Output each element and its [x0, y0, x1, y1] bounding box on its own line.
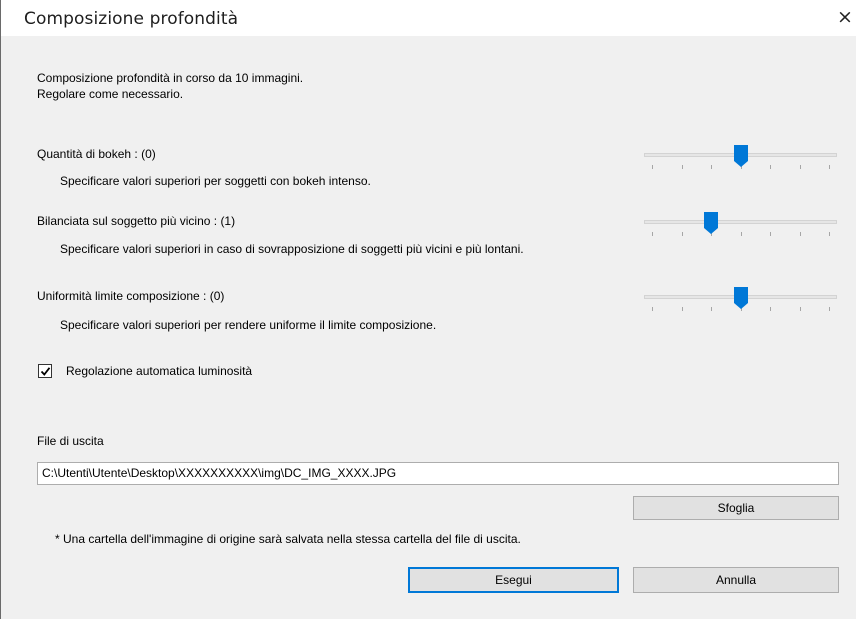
- output-file-label: File di uscita: [37, 434, 104, 448]
- slider-tick: [652, 165, 653, 169]
- dialog-title: Composizione profondità: [24, 9, 239, 29]
- depth-composition-dialog: Composizione profondità × Composizione p…: [0, 0, 856, 619]
- bokeh-amount-slider[interactable]: [644, 141, 839, 173]
- slider-tick: [770, 307, 771, 311]
- title-bar: Composizione profondità ×: [1, 0, 856, 36]
- composition-edge-uniformity-slider[interactable]: [644, 283, 839, 315]
- slider-tick: [711, 165, 712, 169]
- slider-tick: [682, 307, 683, 311]
- slider-tick: [800, 307, 801, 311]
- slider-tick: [652, 232, 653, 236]
- slider-tick: [652, 307, 653, 311]
- slider-tick: [682, 232, 683, 236]
- slider-tick: [770, 165, 771, 169]
- slider-tick: [829, 232, 830, 236]
- slider-track[interactable]: [644, 220, 837, 224]
- cancel-button[interactable]: Annulla: [633, 567, 839, 593]
- auto-brightness-checkbox[interactable]: [38, 364, 52, 378]
- execute-button[interactable]: Esegui: [408, 567, 619, 593]
- dialog-content: Composizione profondità in corso da 10 i…: [1, 36, 856, 619]
- slider-tick: [800, 232, 801, 236]
- slider-tick: [829, 307, 830, 311]
- checkmark-icon: [40, 367, 51, 376]
- bokeh-amount-description: Specificare valori superiori per soggett…: [60, 174, 371, 188]
- close-button[interactable]: ×: [837, 0, 856, 34]
- nearest-subject-balance-slider[interactable]: [644, 208, 839, 240]
- slider-thumb[interactable]: [703, 211, 719, 235]
- slider-thumb[interactable]: [733, 286, 749, 310]
- slider-tick: [682, 165, 683, 169]
- slider-ticks: [644, 232, 839, 240]
- slider-tick: [800, 165, 801, 169]
- intro-line-2: Regolare come necessario.: [37, 87, 184, 101]
- nearest-subject-balance-label: Bilanciata sul soggetto più vicino : (1): [37, 214, 236, 228]
- slider-tick: [829, 165, 830, 169]
- output-path-field[interactable]: C:\Utenti\Utente\Desktop\XXXXXXXXXX\img\…: [37, 462, 839, 485]
- bokeh-amount-label: Quantità di bokeh : (0): [37, 147, 156, 161]
- intro-line-1: Composizione profondità in corso da 10 i…: [37, 71, 304, 85]
- composition-edge-uniformity-label: Uniformità limite composizione : (0): [37, 289, 225, 303]
- slider-tick: [770, 232, 771, 236]
- slider-tick: [741, 232, 742, 236]
- nearest-subject-balance-description: Specificare valori superiori in caso di …: [60, 242, 524, 256]
- slider-thumb[interactable]: [733, 144, 749, 168]
- composition-edge-uniformity-description: Specificare valori superiori per rendere…: [60, 318, 437, 332]
- slider-tick: [711, 307, 712, 311]
- output-note: * Una cartella dell'immagine di origine …: [55, 532, 521, 546]
- browse-button[interactable]: Sfoglia: [633, 496, 839, 520]
- auto-brightness-label: Regolazione automatica luminosità: [66, 364, 253, 378]
